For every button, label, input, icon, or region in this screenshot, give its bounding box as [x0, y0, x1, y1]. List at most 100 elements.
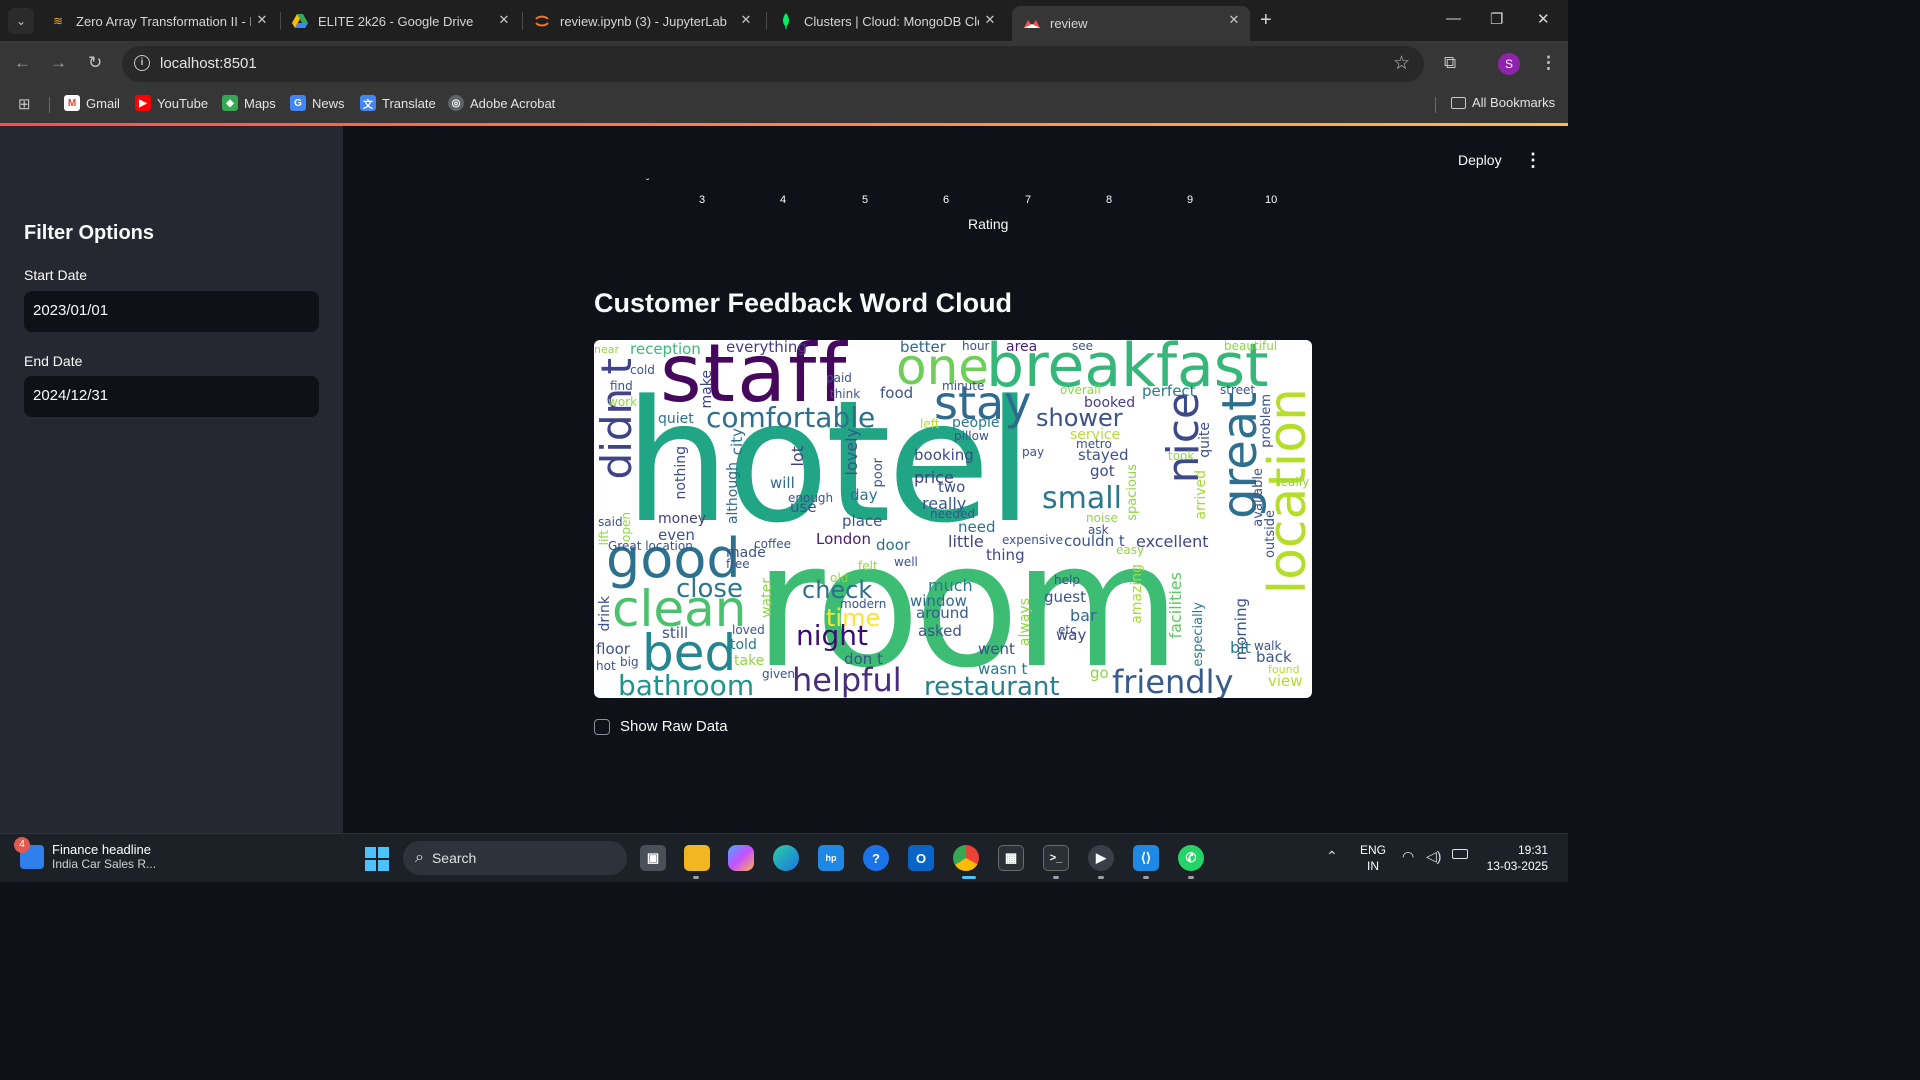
- bookmark-adobe-acrobat[interactable]: ◎ Adobe Acrobat: [448, 95, 555, 111]
- clock-date: 13-03-2025: [1486, 859, 1548, 873]
- wordcloud-word: found: [1268, 663, 1300, 676]
- wordcloud-word: went: [978, 640, 1015, 658]
- wordcloud-word: small: [1042, 481, 1122, 516]
- avatar[interactable]: S: [1498, 53, 1520, 75]
- running-indicator: [1188, 876, 1194, 879]
- terminal-icon[interactable]: >_: [1043, 845, 1069, 871]
- wordcloud-image: hotel room staff breakfast one stay loca…: [594, 340, 1312, 698]
- wordcloud-word: friendly: [1112, 663, 1234, 698]
- deploy-button[interactable]: Deploy: [1458, 152, 1502, 168]
- wordcloud-word: got: [1090, 462, 1115, 480]
- wordcloud-word: view: [1268, 672, 1303, 690]
- edge-icon[interactable]: [773, 845, 799, 871]
- news-subtext: India Car Sales R...: [52, 857, 157, 871]
- tab-mongodb[interactable]: Clusters | Cloud: MongoDB Clou ✕: [766, 6, 1006, 36]
- browser-menu-icon[interactable]: ⋮: [1540, 53, 1557, 73]
- tab-review[interactable]: review ✕: [1012, 6, 1250, 41]
- wordcloud-word: paid: [826, 371, 852, 385]
- battery-icon[interactable]: [1452, 849, 1468, 859]
- windows-start-icon[interactable]: [365, 847, 389, 871]
- bookmark-youtube[interactable]: ▶ YouTube: [135, 95, 208, 111]
- bookmark-label: Gmail: [86, 95, 120, 111]
- address-bar[interactable]: i localhost:8501 ☆: [122, 46, 1424, 82]
- windows-taskbar: 4 Finance headline India Car Sales R... …: [0, 833, 1568, 882]
- extensions-icon[interactable]: ⧉: [1444, 53, 1456, 73]
- reload-icon[interactable]: ↻: [88, 53, 102, 73]
- tab-search-button[interactable]: ⌄: [8, 8, 34, 34]
- system-clock[interactable]: 19:31 13-03-2025: [1486, 842, 1548, 874]
- chrome-icon[interactable]: [953, 845, 979, 871]
- wordcloud-word: arrived: [1193, 470, 1209, 520]
- language-indicator[interactable]: ENG IN: [1360, 842, 1386, 874]
- wifi-icon[interactable]: ◠: [1402, 848, 1414, 865]
- wordcloud-word: drink: [597, 596, 613, 632]
- close-window-button[interactable]: ✕: [1537, 10, 1550, 28]
- main-menu-icon[interactable]: ⋮: [1524, 150, 1542, 171]
- tab-google-drive[interactable]: ELITE 2k26 - Google Drive ✕: [280, 6, 520, 36]
- vscode-icon[interactable]: ⟨⟩: [1133, 845, 1159, 871]
- tab-leetcode[interactable]: ≋ Zero Array Transformation II - L ✕: [38, 6, 278, 36]
- wordcloud-word: better: [900, 340, 946, 356]
- wordcloud-word: help: [1054, 573, 1080, 587]
- wordcloud-word: beautiful: [1224, 340, 1278, 353]
- chevron-up-icon[interactable]: ⌃: [1326, 848, 1338, 865]
- streamlit-icon: [1024, 16, 1040, 32]
- tab-title: Clusters | Cloud: MongoDB Clou: [804, 13, 979, 29]
- news-headline: Finance headline: [52, 842, 152, 857]
- wordcloud-word: walk: [1254, 639, 1282, 653]
- all-bookmarks-button[interactable]: All Bookmarks: [1451, 95, 1555, 110]
- copilot-icon[interactable]: [728, 845, 754, 871]
- start-date-input[interactable]: 2023/01/01: [24, 291, 319, 332]
- close-icon[interactable]: ✕: [496, 12, 512, 28]
- tab-title: review.ipynb (3) - JupyterLab: [560, 13, 727, 29]
- bookmark-news[interactable]: G News: [290, 95, 345, 111]
- bookmark-star-icon[interactable]: ☆: [1393, 52, 1410, 75]
- close-icon[interactable]: ✕: [982, 12, 998, 28]
- wordcloud-word: find: [610, 379, 633, 393]
- wordcloud-word: quite: [1197, 422, 1213, 458]
- end-date-input[interactable]: 2024/12/31: [24, 376, 319, 417]
- back-icon[interactable]: ←: [14, 53, 31, 73]
- wordcloud-word: free: [726, 557, 750, 571]
- bookmark-gmail[interactable]: M Gmail: [64, 95, 120, 111]
- gmail-icon: M: [64, 95, 80, 111]
- wordcloud-word: booked: [1084, 395, 1136, 411]
- whatsapp-icon[interactable]: ✆: [1178, 845, 1204, 871]
- apps-grid-icon[interactable]: ⊞: [18, 95, 31, 113]
- microsoft-store-icon[interactable]: ▦: [998, 845, 1024, 871]
- wordcloud-word: asked: [918, 622, 962, 640]
- show-raw-data-checkbox[interactable]: Show Raw Data: [594, 718, 728, 735]
- globe-icon: ◎: [448, 95, 464, 111]
- wordcloud-word: although: [725, 462, 741, 525]
- streamlit-app: Filter Options Start Date 2023/01/01 End…: [0, 126, 1568, 833]
- close-icon[interactable]: ✕: [738, 12, 754, 28]
- media-player-icon[interactable]: ▶: [1088, 845, 1114, 871]
- close-icon[interactable]: ✕: [254, 12, 270, 28]
- bookmark-maps[interactable]: ◆ Maps: [222, 95, 276, 111]
- wordcloud-word: will: [770, 474, 795, 492]
- help-icon[interactable]: ?: [863, 845, 889, 871]
- file-explorer-icon[interactable]: [684, 845, 710, 871]
- wordcloud-word: door: [876, 536, 911, 554]
- myhp-icon[interactable]: hp: [818, 845, 844, 871]
- checkbox-box[interactable]: [594, 718, 610, 735]
- wordcloud-word: helpful: [792, 661, 902, 698]
- wordcloud-word: bar: [1070, 606, 1097, 625]
- tab-jupyterlab[interactable]: review.ipynb (3) - JupyterLab ✕: [522, 6, 762, 36]
- bookmark-translate[interactable]: 文 Translate: [360, 95, 436, 111]
- forward-icon[interactable]: →: [50, 53, 67, 73]
- wordcloud-word: especially: [1191, 602, 1206, 667]
- restore-button[interactable]: ❐: [1490, 10, 1503, 28]
- news-widget[interactable]: 4 Finance headline India Car Sales R...: [14, 836, 157, 871]
- bookmark-separator: [49, 97, 50, 113]
- taskbar-search[interactable]: ⌕ Search: [403, 841, 627, 875]
- url-text[interactable]: localhost:8501: [160, 55, 257, 72]
- minimize-button[interactable]: —: [1446, 10, 1461, 27]
- outlook-icon[interactable]: O: [908, 845, 934, 871]
- volume-icon[interactable]: ◁): [1426, 848, 1441, 865]
- site-info-icon[interactable]: i: [134, 55, 150, 71]
- new-tab-button[interactable]: +: [1260, 9, 1272, 32]
- close-icon[interactable]: ✕: [1226, 12, 1242, 28]
- wordcloud-word: open: [619, 512, 633, 542]
- task-view-icon[interactable]: ▣: [640, 845, 666, 871]
